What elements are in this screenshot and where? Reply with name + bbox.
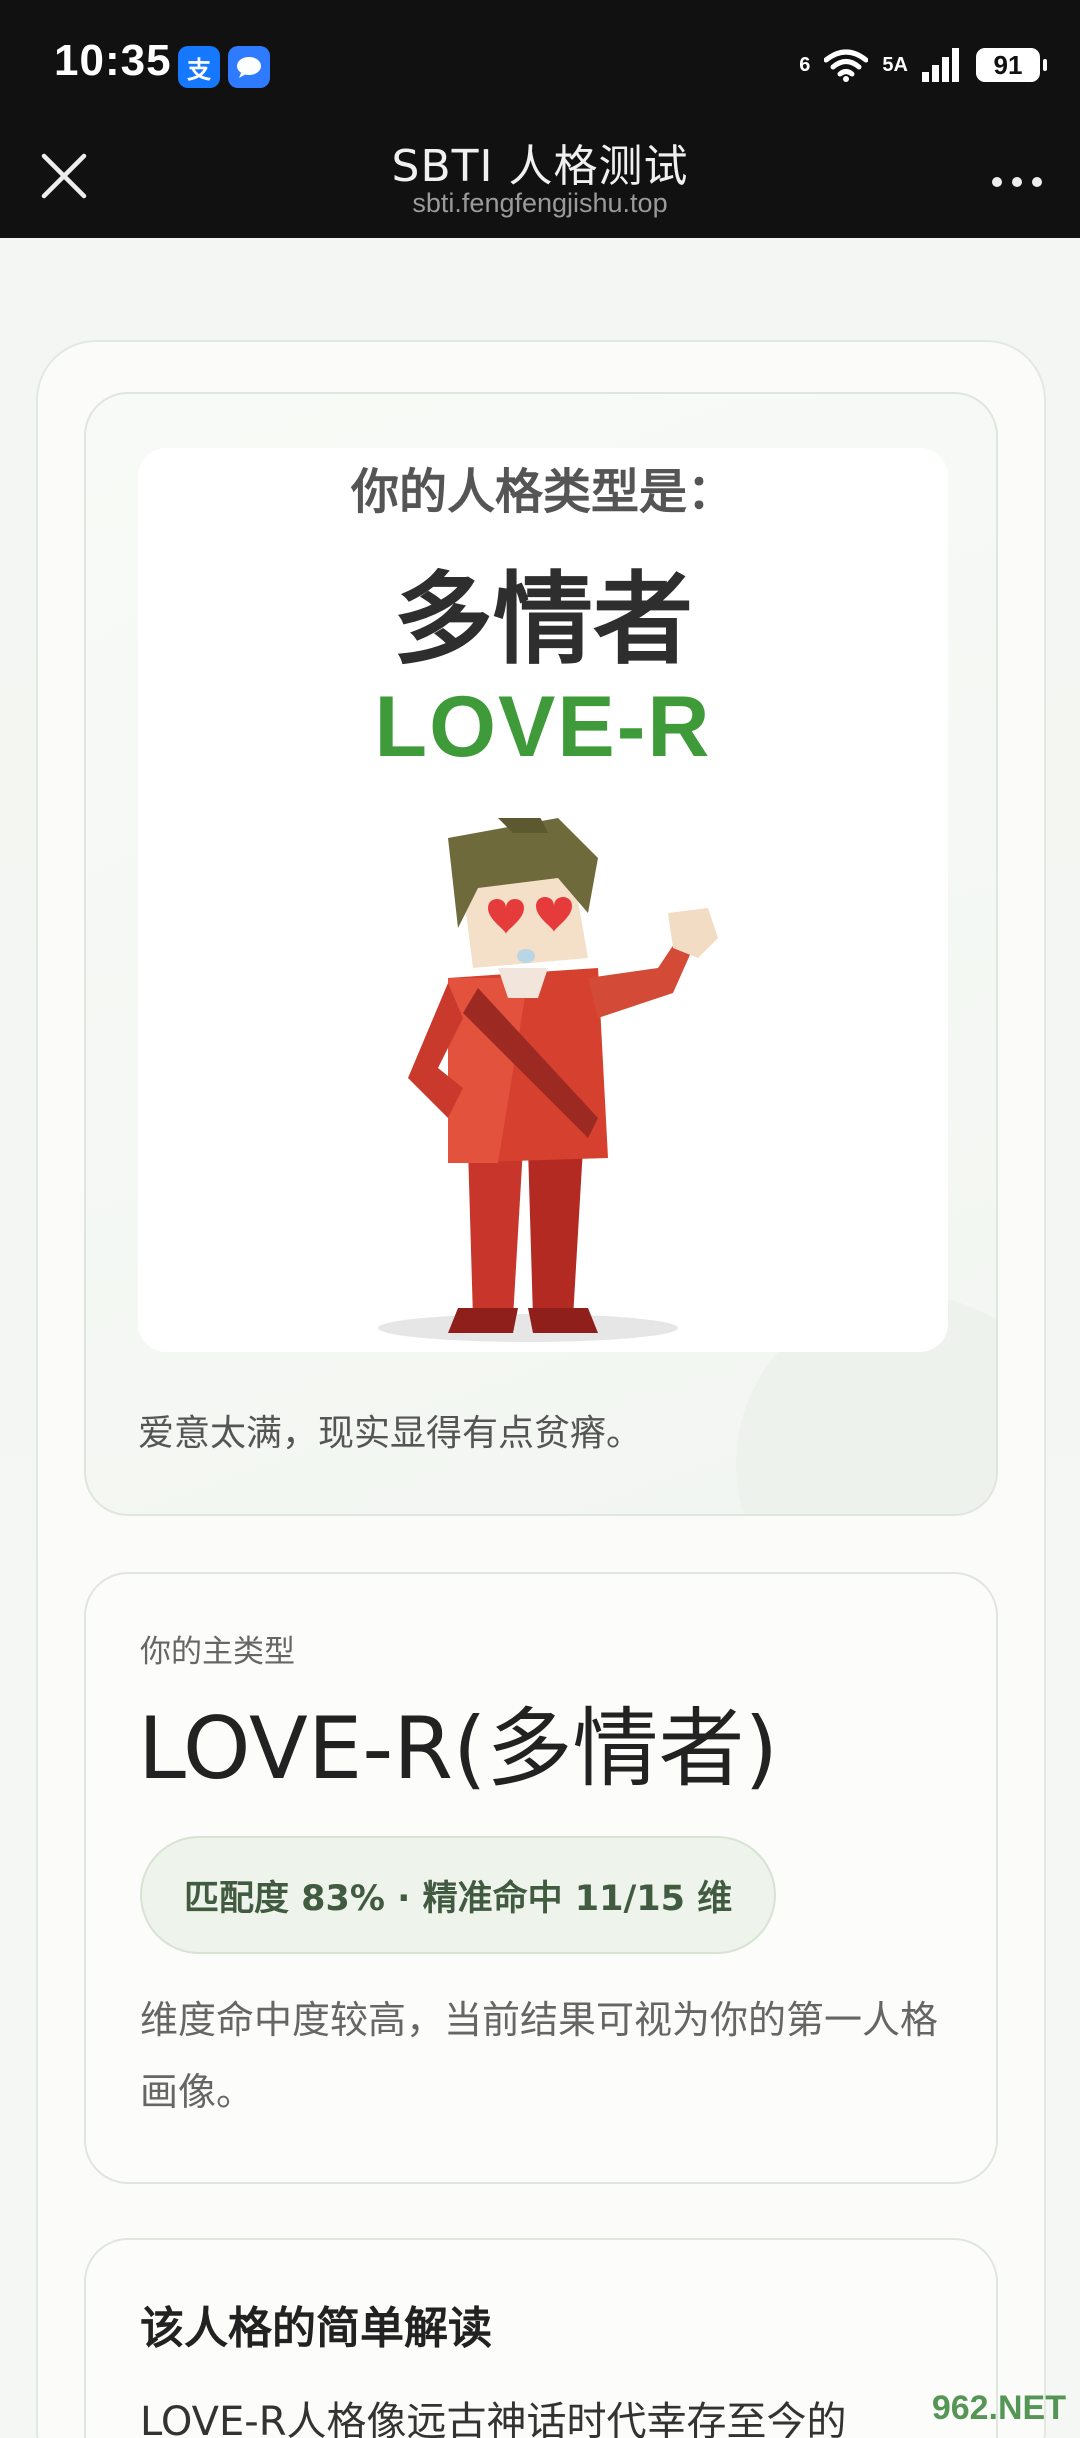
main-type-title: LOVE-R(多情者) — [138, 1699, 779, 1799]
more-icon — [992, 177, 1042, 187]
reading-title: 该人格的简单解读 — [140, 2303, 492, 2354]
main-type-description: 维度命中度较高，当前结果可视为你的第一人格画像。 — [140, 1998, 939, 2114]
reading-text: LOVE-R人格像远古神话时代幸存至今的 — [140, 2399, 847, 2438]
match-badge: 匹配度 83% · 精准命中 11/15 维 — [140, 1836, 777, 1954]
result-poster-card: 你的人格类型是： 多情者 LOVE-R 爱意太满，现实显得有点贫瘠。 — [84, 392, 998, 1516]
alipay-icon: 支 — [178, 46, 220, 88]
main-type-card: 你的主类型 LOVE-R(多情者) 匹配度 83% · 精准命中 11/15 维… — [84, 1572, 998, 2184]
browser-title-bar: SBTI 人格测试 sbti.fengfengjishu.top — [0, 130, 1080, 238]
status-time: 10:35 — [54, 36, 172, 85]
site-watermark: 962.NET — [931, 2389, 1066, 2427]
wifi-icon — [824, 49, 869, 82]
page-url: sbti.fengfengjishu.top — [412, 188, 668, 218]
poster-type-code: LOVE-R — [374, 679, 712, 775]
message-icon — [228, 46, 270, 88]
result-poster: 你的人格类型是： 多情者 LOVE-R — [138, 448, 948, 1352]
signal-icon — [922, 48, 959, 82]
network-label: 5A — [882, 53, 908, 76]
poster-heading: 你的人格类型是： — [350, 464, 735, 520]
poster-caption: 爱意太满，现实显得有点贫瘠。 — [138, 1413, 643, 1454]
battery-indicator: 91 — [976, 48, 1047, 82]
page-title: SBTI 人格测试 — [391, 141, 689, 192]
main-type-label: 你的主类型 — [140, 1634, 295, 1670]
poster-type-name: 多情者 — [393, 561, 693, 678]
more-button[interactable] — [982, 150, 1052, 210]
signal-tag: 6 — [799, 53, 811, 76]
status-bar: 10:35 支 6 5A 91 — [0, 0, 1080, 130]
character-illustration — [378, 818, 718, 1342]
status-indicators: 6 5A 91 — [799, 40, 1047, 90]
reading-card: 该人格的简单解读 LOVE-R人格像远古神话时代幸存至今的 — [84, 2238, 998, 2438]
